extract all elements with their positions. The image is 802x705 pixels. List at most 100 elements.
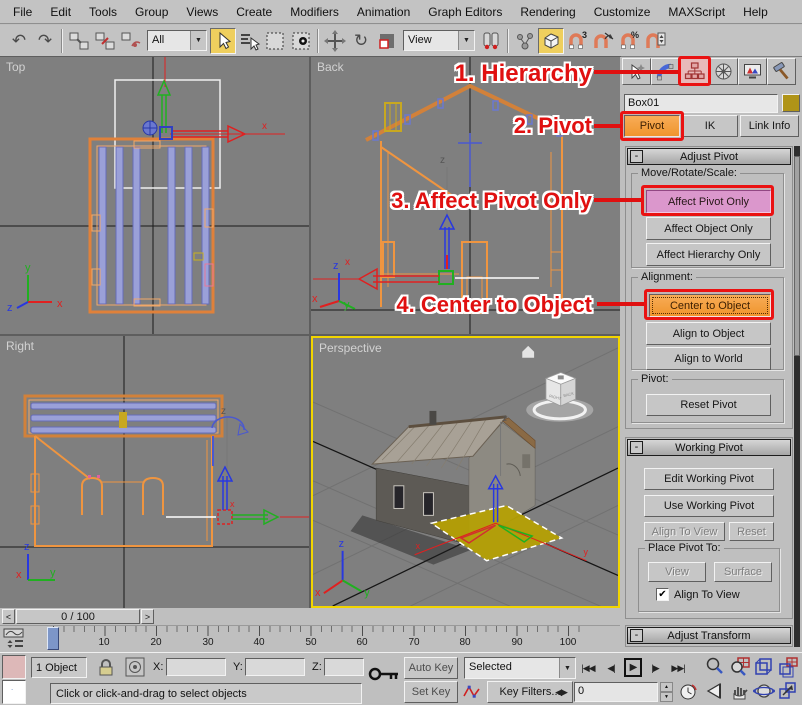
menu-animation[interactable]: Animation bbox=[348, 0, 419, 23]
zoom-extents-button[interactable] bbox=[753, 656, 775, 681]
viewport-top-label[interactable]: Top bbox=[6, 60, 25, 74]
viewport-right-label[interactable]: Right bbox=[6, 339, 34, 353]
align-to-view-checkbox[interactable]: ✔ bbox=[656, 588, 669, 601]
select-and-move-button[interactable] bbox=[322, 28, 348, 54]
tab-utilities[interactable] bbox=[767, 58, 796, 85]
time-slider-handle[interactable]: 0 / 100 bbox=[16, 609, 140, 624]
set-key-button[interactable]: Set Key bbox=[404, 681, 458, 703]
menu-create[interactable]: Create bbox=[227, 0, 281, 23]
collapse-icon[interactable]: - bbox=[630, 441, 643, 454]
open-mini-curve-editor-button[interactable] bbox=[2, 628, 26, 650]
arc-rotate-button[interactable] bbox=[753, 681, 775, 704]
pan-button[interactable] bbox=[729, 681, 751, 704]
track-bar-ruler[interactable]: 0 10 20 30 40 50 60 70 80 90 100 bbox=[28, 626, 598, 652]
affect-hierarchy-only-button[interactable]: Affect Hierarchy Only bbox=[646, 243, 771, 266]
menu-customize[interactable]: Customize bbox=[585, 0, 660, 23]
zoom-extents-all-button[interactable] bbox=[777, 656, 799, 681]
menu-edit[interactable]: Edit bbox=[41, 0, 80, 23]
time-configuration-button[interactable] bbox=[679, 682, 699, 702]
frame-spinner[interactable]: ▲ ▼ bbox=[660, 682, 673, 702]
place-view-button[interactable]: View bbox=[648, 562, 706, 582]
go-to-start-button[interactable]: |◀◀ bbox=[578, 659, 598, 677]
align-to-view-button[interactable]: Align To View bbox=[644, 522, 725, 541]
select-and-link-icon[interactable] bbox=[66, 28, 92, 54]
edit-working-pivot-button[interactable]: Edit Working Pivot bbox=[644, 468, 774, 490]
reset-working-pivot-button[interactable]: Reset bbox=[729, 522, 774, 541]
x-coord-field[interactable] bbox=[166, 658, 226, 676]
zoom-all-button[interactable] bbox=[729, 656, 751, 681]
place-surface-button[interactable]: Surface bbox=[714, 562, 772, 582]
field-of-view-button[interactable] bbox=[705, 681, 725, 704]
collapse-icon[interactable]: - bbox=[630, 150, 643, 163]
reset-pivot-button[interactable]: Reset Pivot bbox=[646, 394, 771, 416]
viewport-perspective[interactable]: Perspective bbox=[311, 336, 620, 608]
select-and-scale-button[interactable] bbox=[374, 28, 400, 54]
align-to-object-button[interactable]: Align to Object bbox=[646, 322, 771, 345]
maxscript-mini-listener-white[interactable]: . bbox=[2, 680, 26, 704]
adjust-pivot-header[interactable]: - Adjust Pivot bbox=[627, 148, 791, 165]
frame-slider-handle[interactable] bbox=[47, 627, 59, 650]
z-coord-field[interactable] bbox=[324, 658, 364, 676]
time-slider-next-button[interactable]: > bbox=[141, 609, 154, 624]
menu-maxscript[interactable]: MAXScript bbox=[659, 0, 734, 23]
current-frame-field[interactable]: 0 bbox=[574, 682, 658, 702]
maximize-viewport-toggle[interactable] bbox=[777, 681, 799, 704]
angle-snap-icon[interactable] bbox=[590, 28, 616, 54]
select-and-manipulate-button[interactable] bbox=[512, 28, 538, 54]
percent-snap-icon[interactable]: % bbox=[616, 28, 642, 54]
tab-display[interactable] bbox=[738, 58, 767, 85]
object-color-swatch[interactable] bbox=[782, 94, 800, 112]
select-object-button[interactable] bbox=[210, 28, 236, 54]
tab-motion[interactable] bbox=[709, 58, 738, 85]
menu-group[interactable]: Group bbox=[126, 0, 177, 23]
menu-views[interactable]: Views bbox=[177, 0, 227, 23]
selection-lock-toggle[interactable] bbox=[95, 657, 117, 678]
menu-modifiers[interactable]: Modifiers bbox=[281, 0, 348, 23]
dropdown-arrow-icon[interactable]: ▼ bbox=[458, 31, 474, 50]
align-to-world-button[interactable]: Align to World bbox=[646, 347, 771, 370]
key-filter-scope-dropdown[interactable]: Selected▼ bbox=[464, 657, 576, 679]
spin-down-icon[interactable]: ▼ bbox=[660, 692, 673, 702]
spinner-snap-icon[interactable] bbox=[642, 28, 668, 54]
time-slider-prev-button[interactable]: < bbox=[2, 609, 15, 624]
key-mode-toggle-button[interactable]: ◀▶ bbox=[552, 683, 570, 701]
undo-icon[interactable]: ↶ bbox=[6, 28, 32, 54]
select-and-rotate-button[interactable]: ↻ bbox=[348, 28, 374, 54]
select-by-name-button[interactable] bbox=[236, 28, 262, 54]
dropdown-arrow-icon[interactable]: ▼ bbox=[559, 658, 575, 678]
previous-frame-button[interactable]: ◀| bbox=[602, 659, 620, 677]
spin-up-icon[interactable]: ▲ bbox=[660, 682, 673, 692]
auto-key-button[interactable]: Auto Key bbox=[404, 657, 458, 679]
menu-graph-editors[interactable]: Graph Editors bbox=[419, 0, 511, 23]
working-pivot-header[interactable]: - Working Pivot bbox=[627, 439, 791, 456]
subtab-ik[interactable]: IK bbox=[682, 115, 738, 137]
affect-object-only-button[interactable]: Affect Object Only bbox=[646, 217, 771, 240]
redo-icon[interactable]: ↷ bbox=[32, 28, 58, 54]
absolute-offset-mode-toggle[interactable] bbox=[124, 657, 146, 678]
subtab-link-info[interactable]: Link Info bbox=[740, 115, 799, 137]
viewport-perspective-label[interactable]: Perspective bbox=[319, 341, 382, 355]
y-coord-field[interactable] bbox=[245, 658, 305, 676]
use-working-pivot-button[interactable]: Use Working Pivot bbox=[644, 495, 774, 517]
rectangular-selection-region-button[interactable] bbox=[262, 28, 288, 54]
menu-tools[interactable]: Tools bbox=[80, 0, 126, 23]
collapse-icon[interactable]: - bbox=[630, 629, 643, 642]
reference-coordinate-dropdown[interactable]: View▼ bbox=[403, 30, 475, 51]
menu-rendering[interactable]: Rendering bbox=[511, 0, 584, 23]
window-crossing-toggle-button[interactable] bbox=[288, 28, 314, 54]
dropdown-arrow-icon[interactable]: ▼ bbox=[190, 31, 206, 50]
viewport-back-label[interactable]: Back bbox=[317, 60, 344, 74]
viewport-top[interactable]: Top bbox=[0, 57, 309, 334]
go-to-end-button[interactable]: ▶▶| bbox=[668, 659, 688, 677]
zoom-button[interactable] bbox=[705, 656, 725, 681]
panel-scrollbar[interactable] bbox=[794, 146, 800, 647]
unlink-icon[interactable] bbox=[92, 28, 118, 54]
play-button[interactable]: ▶ bbox=[624, 658, 642, 677]
next-frame-button[interactable]: |▶ bbox=[646, 659, 664, 677]
use-pivot-point-center-button[interactable] bbox=[478, 28, 504, 54]
adjust-transform-header[interactable]: - Adjust Transform bbox=[627, 627, 791, 644]
bind-to-space-warp-icon[interactable] bbox=[118, 28, 144, 54]
selection-filter-dropdown[interactable]: All▼ bbox=[147, 30, 207, 51]
snaps-toggle-button[interactable] bbox=[538, 28, 564, 54]
maxscript-mini-listener-pink[interactable] bbox=[2, 655, 26, 679]
